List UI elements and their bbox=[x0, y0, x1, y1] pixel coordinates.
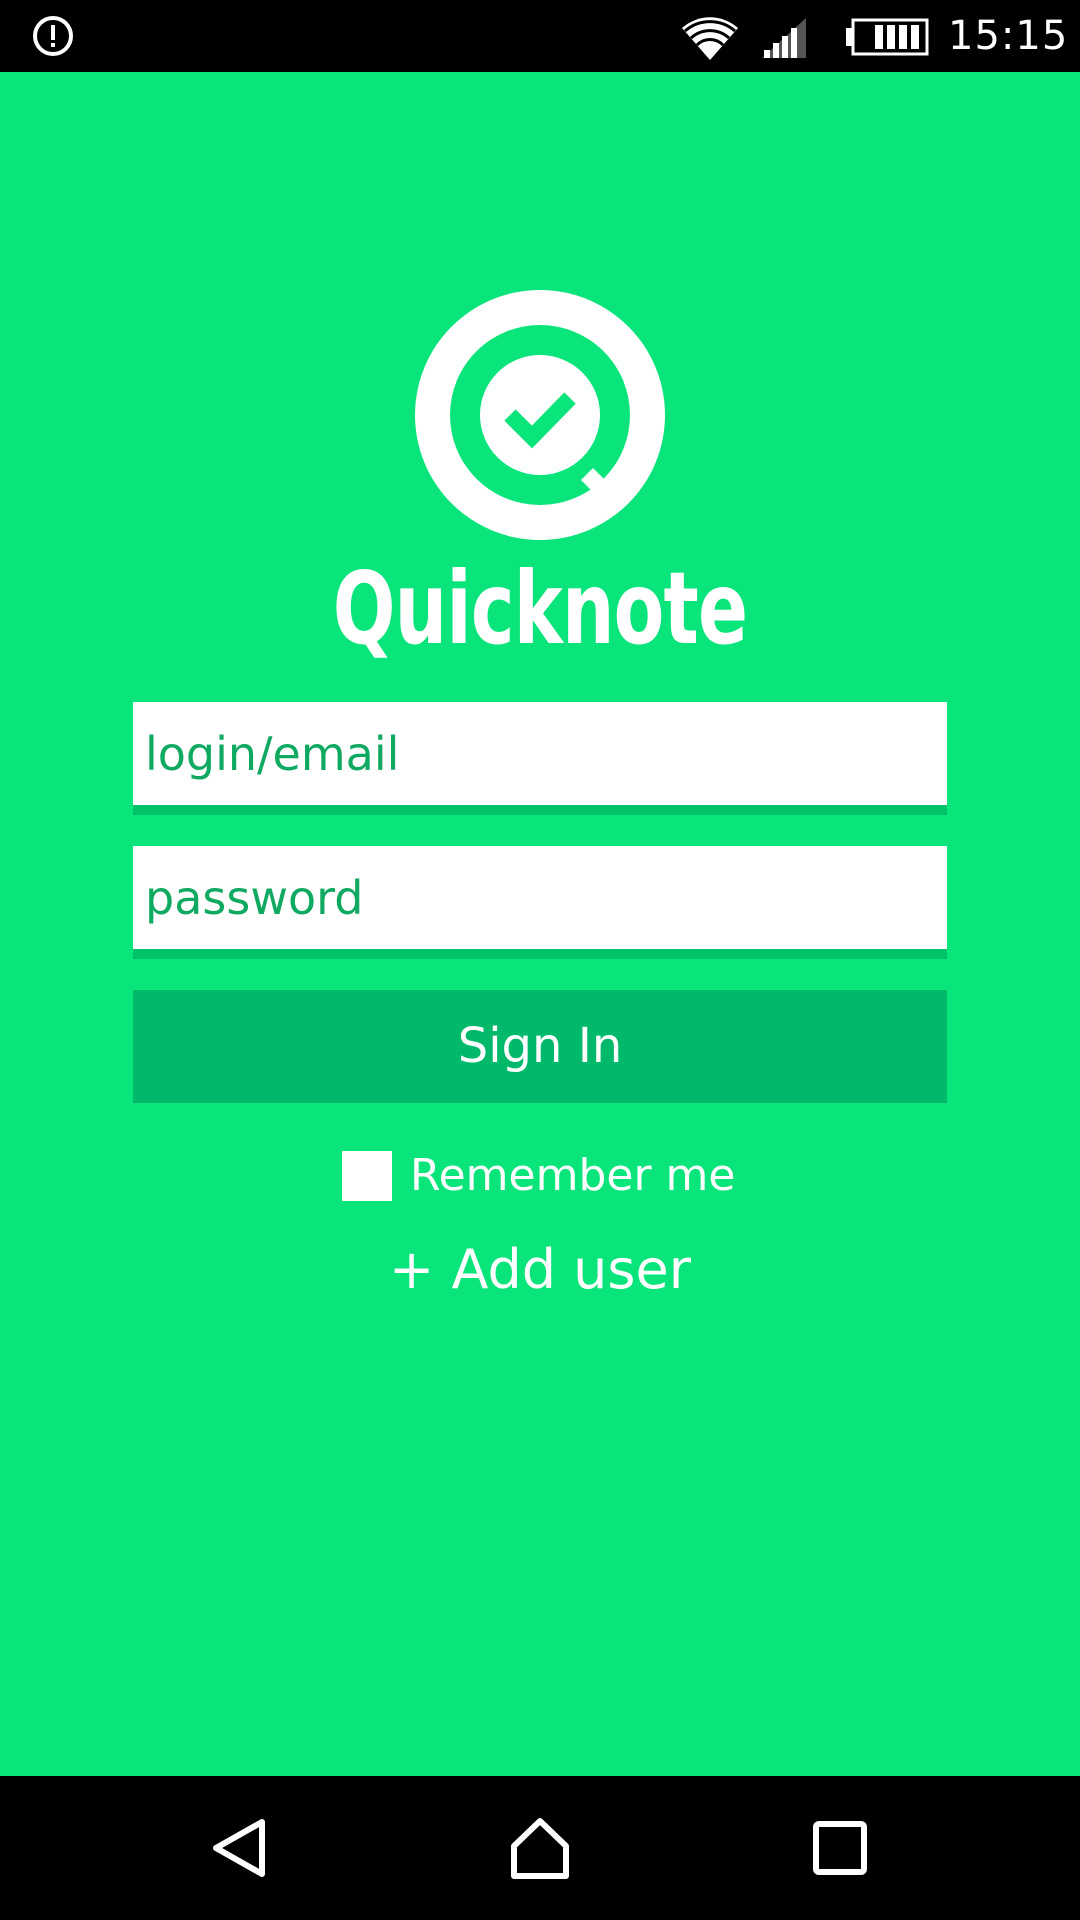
home-icon[interactable] bbox=[508, 1816, 572, 1880]
remember-me-checkbox[interactable] bbox=[342, 1151, 392, 1201]
app-title: Quicknote bbox=[332, 550, 748, 667]
alert-icon bbox=[33, 16, 73, 56]
sign-in-button[interactable]: Sign In bbox=[133, 990, 947, 1103]
signal-icon bbox=[762, 18, 806, 58]
remember-me-label: Remember me bbox=[410, 1150, 736, 1201]
status-bar: 15:15 bbox=[0, 0, 1080, 72]
login-email-field[interactable] bbox=[133, 702, 947, 815]
password-input[interactable] bbox=[133, 846, 947, 949]
wifi-icon bbox=[682, 17, 738, 60]
battery-icon bbox=[846, 18, 929, 56]
recents-icon[interactable] bbox=[808, 1816, 872, 1880]
back-icon[interactable] bbox=[208, 1816, 272, 1880]
login-screen: Quicknote Sign In Remember me + Add user bbox=[0, 72, 1080, 1776]
login-email-input[interactable] bbox=[133, 702, 947, 805]
navigation-bar bbox=[0, 1776, 1080, 1920]
password-field[interactable] bbox=[133, 846, 947, 959]
status-time: 15:15 bbox=[948, 13, 1069, 59]
check-circle-q-icon bbox=[415, 290, 665, 540]
remember-me-toggle[interactable]: Remember me bbox=[342, 1151, 735, 1201]
add-user-link[interactable]: + Add user bbox=[0, 1235, 1080, 1305]
